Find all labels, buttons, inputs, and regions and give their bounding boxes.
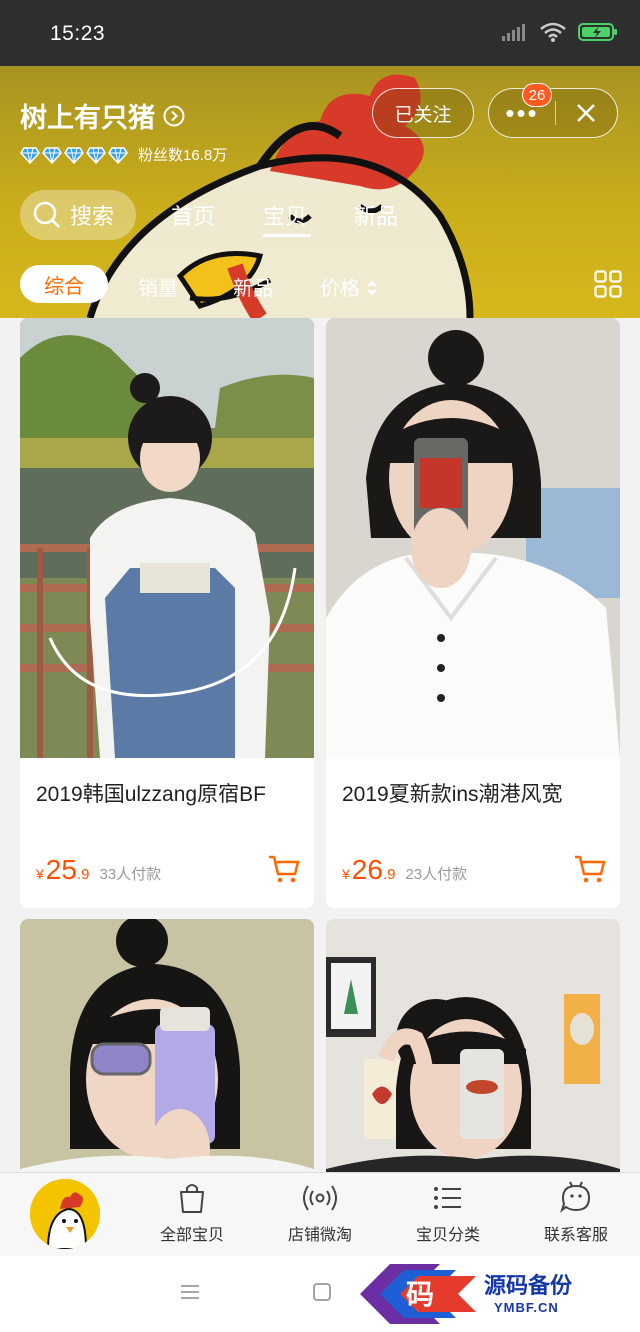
bag-icon [180, 1184, 204, 1213]
broadcast-icon [303, 1185, 337, 1211]
diamond-icon [86, 146, 106, 164]
shop-name-row[interactable]: 树上有只猪 [20, 96, 185, 135]
chat-face-icon [560, 1181, 591, 1213]
watermark-title: 源码备份 [484, 1273, 573, 1299]
wifi-icon [540, 22, 566, 42]
product-image [20, 318, 314, 758]
shop-avatar[interactable] [30, 1179, 100, 1249]
message-badge: 26 [522, 83, 552, 107]
status-time: 15:23 [50, 22, 106, 45]
sort-new[interactable]: 新品 [233, 272, 273, 301]
cart-icon [269, 855, 300, 883]
watermark-sub: YMBF.CN [494, 1300, 559, 1315]
add-to-cart-button[interactable] [574, 854, 606, 889]
grid-view-icon [594, 270, 622, 298]
home-square-icon [313, 1283, 331, 1301]
sort-arrows-icon [366, 280, 377, 296]
diamond-icon [64, 146, 84, 164]
signal-icon [502, 24, 525, 41]
watermark-logo: 码 源码备份 YMBF.CN [360, 1262, 636, 1326]
price-integer: 25 [45, 854, 77, 885]
close-icon [577, 104, 595, 122]
system-nav-bar: 码 源码备份 YMBF.CN [0, 1256, 640, 1332]
sales-count: 23人付款 [405, 866, 468, 883]
nav-label: 联系客服 [543, 1227, 608, 1244]
search-icon [33, 201, 60, 228]
product-image [20, 919, 314, 1179]
product-card[interactable] [20, 919, 314, 1179]
nav-all-products[interactable]: 全部宝贝 [132, 1181, 252, 1245]
product-card[interactable]: 2019韩国ulzzang原宿BF ¥ 25 .9 33人付款 [20, 318, 314, 908]
tab-home[interactable]: 首页 [171, 199, 215, 231]
diamond-icon [108, 146, 128, 164]
add-to-cart-button[interactable] [268, 854, 300, 889]
sort-sales[interactable]: 销量 [138, 272, 178, 301]
system-home-button[interactable] [312, 1282, 332, 1307]
nav-categories[interactable]: 宝贝分类 [388, 1181, 508, 1245]
product-title: 2019夏新款ins潮港风宽 [342, 783, 563, 806]
product-card[interactable] [326, 919, 620, 1179]
product-image [326, 318, 620, 758]
sort-bar: 综合 销量 新品 价格 [0, 265, 640, 305]
fans-count: 粉丝数16.8万 [138, 147, 228, 164]
watermark-emblem: 码 [360, 1264, 476, 1324]
sort-price[interactable]: 价格 [320, 272, 378, 301]
currency-symbol: ¥ [36, 866, 44, 882]
price-row: ¥ 25 .9 33人付款 [36, 854, 161, 886]
price-integer: 26 [351, 854, 383, 885]
nav-customer-service[interactable]: 联系客服 [516, 1181, 636, 1245]
shop-page: 15:23 树上有只猪 粉丝数16.8万 已关注 ••• 26 搜索 首页 宝贝… [0, 0, 640, 1332]
chicken-logo-icon [30, 1179, 100, 1249]
product-image [326, 919, 620, 1179]
tab-products[interactable]: 宝贝 [263, 199, 307, 231]
shop-level-row: 粉丝数16.8万 [20, 144, 227, 165]
nav-label: 店铺微淘 [287, 1227, 352, 1244]
watermark-char: 码 [406, 1278, 434, 1311]
shop-name: 树上有只猪 [20, 103, 155, 133]
sort-price-label: 价格 [320, 278, 360, 300]
action-pill: ••• [488, 88, 618, 138]
cart-icon [575, 855, 606, 883]
tab-new[interactable]: 新品 [354, 199, 398, 231]
nav-label: 宝贝分类 [415, 1227, 480, 1244]
sort-comprehensive[interactable]: 综合 [20, 265, 108, 303]
price-decimal: .9 [382, 866, 396, 883]
close-button[interactable] [555, 89, 617, 137]
grid-view-button[interactable] [594, 270, 622, 303]
list-icon [434, 1187, 461, 1209]
product-card[interactable]: 2019夏新款ins潮港风宽 ¥ 26 .9 23人付款 [326, 318, 620, 908]
status-icons [502, 22, 618, 42]
tab-active-indicator [263, 234, 311, 237]
search-button[interactable]: 搜索 [20, 190, 136, 240]
currency-symbol: ¥ [342, 866, 350, 882]
system-menu-button[interactable] [180, 1282, 200, 1307]
search-label: 搜索 [70, 204, 115, 229]
follow-button[interactable]: 已关注 [372, 88, 474, 138]
price-row: ¥ 26 .9 23人付款 [342, 854, 467, 886]
nav-shop-feed[interactable]: 店铺微淘 [260, 1181, 380, 1245]
shop-bottom-nav: 全部宝贝 店铺微淘 宝贝分类 联系客服 [0, 1172, 640, 1256]
diamond-icon [42, 146, 62, 164]
price-decimal: .9 [76, 866, 90, 883]
nav-label: 全部宝贝 [159, 1227, 224, 1244]
menu-icon [181, 1285, 199, 1299]
product-title: 2019韩国ulzzang原宿BF [36, 783, 266, 806]
diamond-icon [20, 146, 40, 164]
sales-count: 33人付款 [99, 866, 162, 883]
chevron-right-circle-icon [163, 105, 185, 126]
battery-icon [578, 23, 617, 41]
shop-diamonds [20, 145, 128, 165]
status-bar: 15:23 [0, 0, 640, 66]
